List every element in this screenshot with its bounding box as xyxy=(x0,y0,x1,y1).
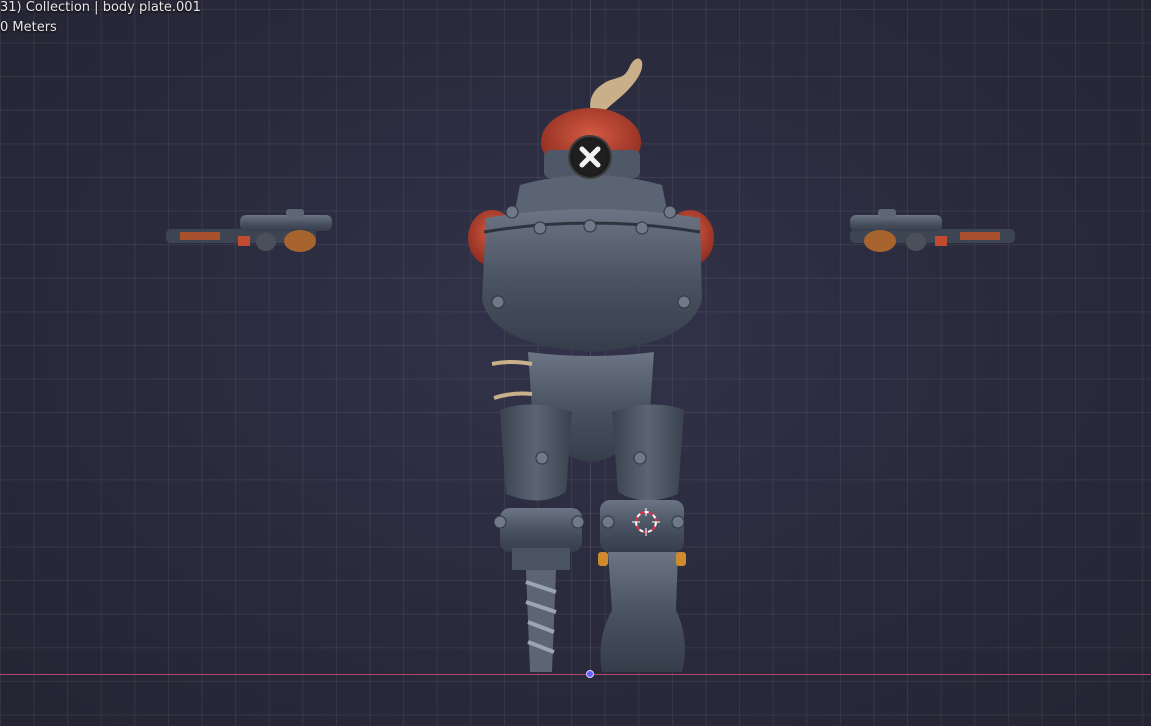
close-icon[interactable] xyxy=(568,135,612,179)
x-axis-line xyxy=(0,674,1151,675)
robot-model[interactable] xyxy=(0,0,1151,726)
left-thigh xyxy=(500,404,572,501)
scale-info-text: 0 Meters xyxy=(0,20,57,35)
right-arm-part xyxy=(850,209,1015,252)
right-boot xyxy=(600,552,685,672)
right-thigh xyxy=(612,404,684,501)
3d-viewport[interactable]: 31) Collection | body plate.001 0 Meters xyxy=(0,0,1151,726)
left-arm-part xyxy=(166,209,332,252)
origin-point[interactable] xyxy=(586,670,594,678)
object-info-text: 31) Collection | body plate.001 xyxy=(0,0,201,15)
3d-cursor-icon[interactable] xyxy=(632,508,660,536)
